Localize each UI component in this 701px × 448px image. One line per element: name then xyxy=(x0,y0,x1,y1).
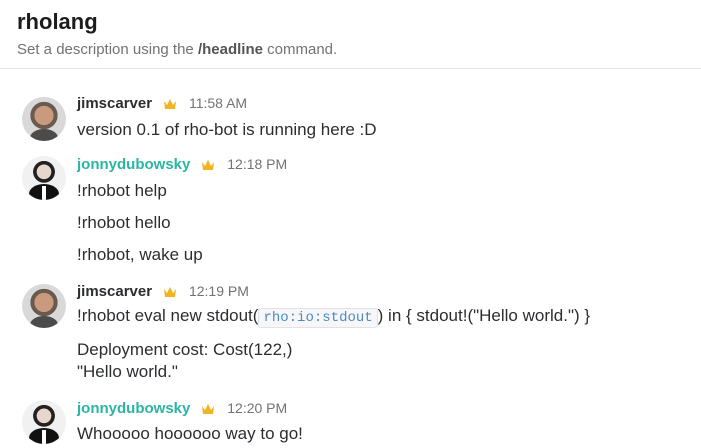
channel-name[interactable]: rholang xyxy=(17,9,98,35)
message-meta: jimscarver 11:58 AM xyxy=(77,95,247,115)
crown-icon xyxy=(163,287,176,297)
avatar[interactable] xyxy=(22,400,66,444)
message-text: !rhobot eval new stdout(rho:io:stdout) i… xyxy=(77,306,591,328)
username[interactable]: jonnydubowsky xyxy=(77,400,190,417)
crown-icon xyxy=(201,404,214,414)
avatar[interactable] xyxy=(22,97,66,141)
timestamp[interactable]: 11:58 AM xyxy=(189,95,247,111)
message-text: !rhobot hello xyxy=(77,213,171,232)
message-meta: jonnydubowsky 12:18 PM xyxy=(77,156,287,176)
code-text-before: !rhobot eval new stdout( xyxy=(77,306,259,325)
username[interactable]: jimscarver xyxy=(77,283,152,300)
description-text-suffix: command. xyxy=(262,41,338,58)
username[interactable]: jimscarver xyxy=(77,95,152,112)
message-text: !rhobot, wake up xyxy=(77,245,203,264)
username[interactable]: jonnydubowsky xyxy=(77,156,190,173)
channel-header: rholang Set a description using the /hea… xyxy=(0,0,701,69)
message-text: "Hello world." xyxy=(77,362,178,381)
crown-icon xyxy=(201,160,214,170)
crown-icon xyxy=(163,99,176,109)
message-meta: jimscarver 12:19 PM xyxy=(77,283,249,303)
timestamp[interactable]: 12:18 PM xyxy=(227,156,287,172)
avatar[interactable] xyxy=(22,156,66,200)
message-text: Deployment cost: Cost(122,) xyxy=(77,340,293,359)
message-text: !rhobot help xyxy=(77,181,167,200)
avatar[interactable] xyxy=(22,284,66,328)
message-text: Whooooo hoooooo way to go! xyxy=(77,424,303,443)
headline-command: /headline xyxy=(197,41,263,58)
code-text-after: ) in { stdout!("Hello world.") } xyxy=(377,306,591,325)
inline-code: rho:io:stdout xyxy=(258,308,378,328)
timestamp[interactable]: 12:20 PM xyxy=(227,400,287,416)
description-text: Set a description using the xyxy=(17,41,198,58)
message-meta: jonnydubowsky 12:20 PM xyxy=(77,400,287,420)
timestamp[interactable]: 12:19 PM xyxy=(189,283,249,299)
channel-description: Set a description using the /headline co… xyxy=(17,41,337,58)
message-text: version 0.1 of rho-bot is running here :… xyxy=(77,120,377,139)
